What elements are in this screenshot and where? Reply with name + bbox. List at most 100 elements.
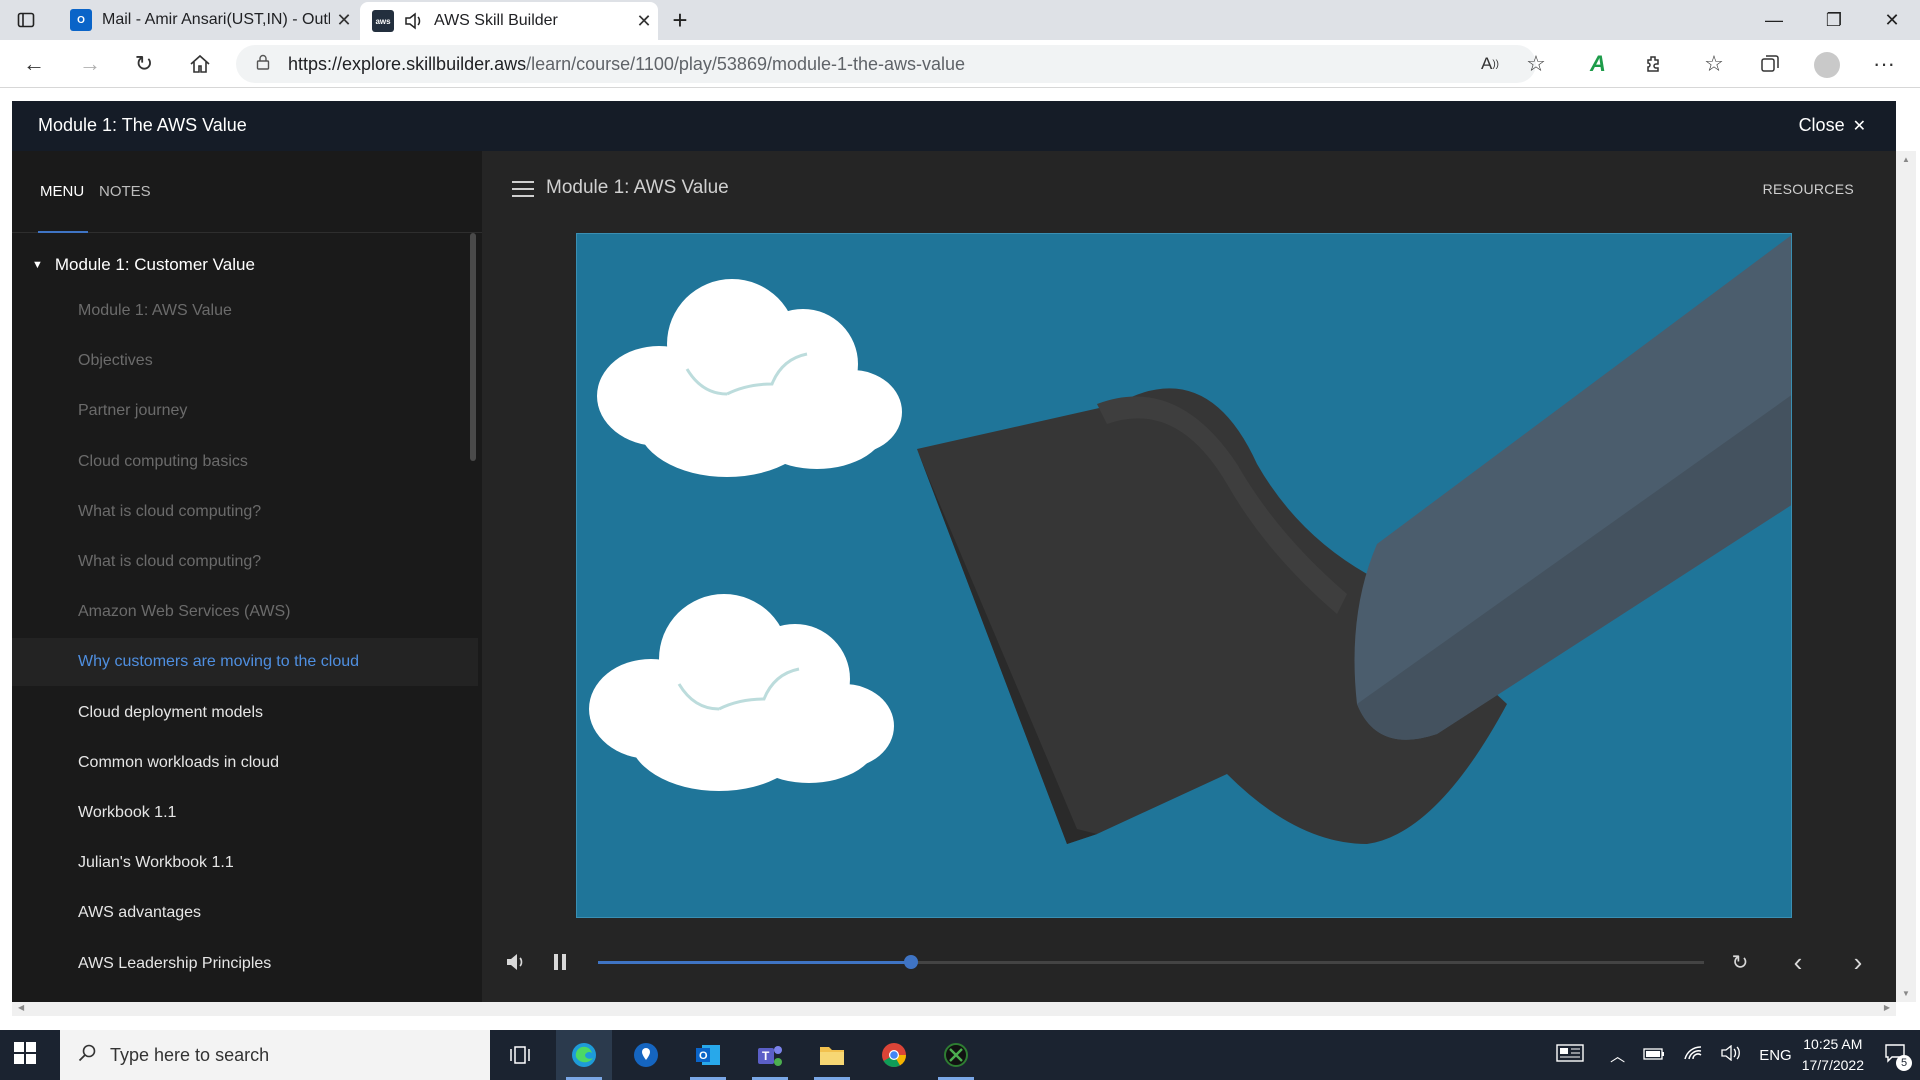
lesson-item[interactable]: Amazon Web Services (AWS) [12, 588, 478, 636]
lesson-label: Cloud deployment models [78, 703, 263, 721]
lesson-label: Partner journey [78, 402, 188, 420]
teams-icon[interactable]: T [742, 1030, 798, 1080]
speaker-icon[interactable] [404, 12, 424, 30]
forward-button[interactable]: → [70, 44, 110, 84]
lesson-item[interactable]: Objectives [12, 337, 478, 385]
lesson-label: Workbook 1.1 [78, 804, 177, 821]
svg-text:T: T [762, 1049, 770, 1063]
minimize-button[interactable]: — [1746, 0, 1802, 40]
lesson-item[interactable]: AWS Leadership Principles [12, 940, 478, 988]
home-button[interactable] [180, 44, 220, 84]
module-title: Module 1: The AWS Value [38, 115, 247, 135]
replay-icon[interactable]: ↻ [1724, 946, 1756, 978]
lesson-item[interactable]: Cloud deployment models [12, 689, 478, 737]
clock[interactable]: 10:25 AM 17/7/2022 [1802, 1034, 1864, 1076]
volume-icon[interactable] [500, 946, 532, 978]
extensions-icon[interactable] [1634, 44, 1674, 84]
lesson-item[interactable]: Partner journey [12, 387, 478, 435]
lesson-content: Module 1: AWS Value RESOURCES ↻ ‹ › [482, 151, 1896, 1002]
lesson-label: Cloud computing basics [78, 452, 248, 470]
lock-icon[interactable] [256, 54, 270, 75]
restore-button[interactable]: ❐ [1806, 0, 1862, 40]
lesson-item[interactable]: Why customers are moving to the cloud [12, 638, 478, 687]
search-icon [78, 1044, 96, 1067]
tab-notes[interactable]: NOTES [99, 183, 151, 200]
close-button[interactable]: Close ✕ [1799, 115, 1866, 136]
windows-start-icon[interactable] [14, 1042, 40, 1068]
system-tray: ︿ ENG 10:25 AM 17/7/2022 5 [1556, 1030, 1920, 1080]
more-options-icon[interactable]: ··· [1864, 44, 1904, 84]
add-favorite-icon[interactable]: ☆ [1516, 44, 1556, 84]
task-view-icon[interactable] [492, 1030, 548, 1080]
lesson-item[interactable]: Common workloads in cloud [12, 739, 478, 787]
back-button[interactable]: ← [14, 44, 54, 84]
axe-graphic [917, 235, 1791, 844]
close-tab-icon[interactable]: ✕ [630, 11, 658, 32]
notification-badge: 5 [1896, 1055, 1912, 1071]
taskbar-search[interactable]: Type here to search [60, 1030, 490, 1080]
tab-actions-icon[interactable] [14, 8, 38, 32]
file-explorer-icon[interactable] [804, 1030, 860, 1080]
lesson-item[interactable]: Workbook 1.1 [12, 789, 478, 837]
window-close-button[interactable]: ✕ [1864, 0, 1920, 40]
maps-icon[interactable] [618, 1030, 674, 1080]
read-aloud-icon[interactable]: A)) [1470, 44, 1510, 84]
svg-text:O: O [699, 1050, 708, 1062]
lesson-item[interactable]: AWS advantages [12, 889, 478, 937]
outlook-icon[interactable]: O [680, 1030, 736, 1080]
page-horizontal-scrollbar[interactable]: ◀ ▶ [12, 1002, 1896, 1016]
browser-tab-mail[interactable]: O Mail - Amir Ansari(UST,IN) - Outl ✕ [58, 0, 358, 40]
tab-title: Mail - Amir Ansari(UST,IN) - Outl [102, 11, 330, 28]
lesson-item[interactable]: What is cloud computing? [12, 488, 478, 536]
resources-button[interactable]: RESOURCES [1763, 181, 1854, 197]
profile-avatar[interactable] [1814, 52, 1840, 78]
extension-a-icon[interactable]: A [1578, 44, 1618, 84]
wifi-icon[interactable] [1683, 1045, 1703, 1065]
course-sidebar: MENU NOTES ▼ Module 1: Customer Value Mo… [12, 151, 482, 1002]
new-tab-button[interactable]: + [664, 4, 696, 36]
news-widget-icon[interactable] [1556, 1044, 1584, 1066]
battery-icon[interactable] [1643, 1047, 1665, 1064]
pause-button[interactable] [544, 946, 576, 978]
caret-down-icon: ▼ [32, 259, 43, 271]
lesson-item[interactable]: What is cloud computing? [12, 538, 478, 586]
lesson-item[interactable]: Module 1: AWS Value [12, 287, 478, 335]
favorites-icon[interactable]: ☆ [1694, 44, 1734, 84]
lesson-label: What is cloud computing? [78, 553, 262, 570]
sidebar-tabs: MENU NOTES [12, 151, 482, 233]
lesson-label: What is cloud computing? [78, 502, 262, 520]
lesson-label: Objectives [78, 352, 153, 370]
close-icon: ✕ [1852, 117, 1866, 135]
address-bar[interactable]: https://explore.skillbuilder.aws /learn/… [236, 45, 1536, 83]
chevron-up-icon[interactable]: ︿ [1610, 1045, 1625, 1066]
video-illustration [589, 235, 1791, 844]
video-frame[interactable] [576, 233, 1792, 918]
player-header: Module 1: The AWS Value Close ✕ [12, 101, 1896, 151]
collections-icon[interactable] [1750, 44, 1790, 84]
refresh-button[interactable]: ↻ [124, 44, 164, 84]
section-header[interactable]: ▼ Module 1: Customer Value [32, 255, 255, 275]
menu-icon[interactable] [512, 181, 534, 197]
progress-track[interactable] [598, 955, 1704, 969]
page-vertical-scrollbar[interactable]: ▲ ▼ [1896, 151, 1916, 1002]
search-placeholder: Type here to search [110, 1044, 270, 1065]
lesson-label: AWS Leadership Principles [78, 954, 272, 972]
browser-tab-aws[interactable]: aws AWS Skill Builder ✕ [360, 2, 658, 40]
chrome-icon[interactable] [866, 1030, 922, 1080]
language-indicator[interactable]: ENG [1759, 1047, 1792, 1064]
browser-toolbar: ← → ↻ https://explore.skillbuilder.aws /… [0, 40, 1920, 88]
next-icon[interactable]: › [1842, 946, 1874, 978]
tab-title: AWS Skill Builder [434, 12, 558, 29]
close-tab-icon[interactable]: ✕ [330, 10, 358, 31]
cloud-graphic [597, 279, 902, 477]
tab-menu[interactable]: MENU [40, 183, 84, 200]
notifications-icon[interactable]: 5 [1884, 1043, 1912, 1071]
edge-icon[interactable] [556, 1030, 612, 1080]
previous-icon[interactable]: ‹ [1782, 946, 1814, 978]
progress-handle[interactable] [903, 955, 918, 969]
close-label: Close [1798, 115, 1845, 135]
lesson-item[interactable]: Cloud computing basics [12, 438, 478, 486]
lesson-item[interactable]: Julian's Workbook 1.1 [12, 839, 478, 887]
xbox-icon[interactable] [928, 1030, 984, 1080]
volume-tray-icon[interactable] [1721, 1044, 1741, 1065]
